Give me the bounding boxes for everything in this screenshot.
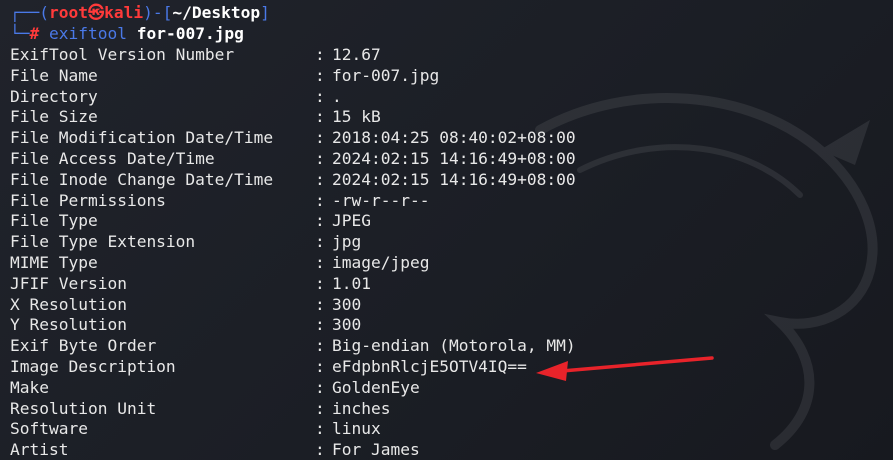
- exif-row: Resolution Unit: inches: [10, 398, 880, 419]
- prompt-close: ]: [260, 3, 270, 22]
- exif-value: .: [332, 86, 342, 106]
- exif-key: Resolution Unit: [10, 398, 157, 418]
- exif-row: JFIF Version:1.01: [10, 273, 880, 294]
- exif-key: Make: [10, 377, 49, 397]
- exif-row: Artist: For James: [10, 439, 880, 460]
- prompt-host: kali: [104, 3, 144, 22]
- exif-row: Image Description: eFdpbnRlcjE5OTV4IQ==: [10, 356, 880, 377]
- exif-separator: :: [315, 86, 325, 106]
- exif-value: For James: [332, 440, 420, 460]
- exif-separator: :: [315, 440, 325, 460]
- exif-row: X Resolution:300: [10, 294, 880, 315]
- exif-key: File Permissions: [10, 190, 166, 210]
- exif-value: eFdpbnRlcjE5OTV4IQ==: [332, 357, 527, 376]
- exif-value: image/jpeg: [332, 253, 430, 272]
- exif-key: File Type: [10, 211, 98, 231]
- exif-key: File Size: [10, 107, 98, 127]
- exif-separator: :: [315, 169, 325, 189]
- exif-separator: :: [315, 419, 325, 439]
- exif-value: 2024:02:15 14:16:49+08:00: [332, 149, 576, 168]
- exif-row: File Access Date/Time:2024:02:15 14:16:4…: [10, 148, 880, 169]
- exif-separator: :: [315, 315, 325, 335]
- exif-value: 15 kB: [332, 107, 381, 127]
- exif-separator: :: [315, 273, 325, 293]
- exif-separator: :: [315, 232, 325, 252]
- exif-row: File Type Extension: jpg: [10, 231, 880, 252]
- exif-row: File Modification Date/Time:2018:04:25 0…: [10, 127, 880, 148]
- exif-row: ExifTool Version Number:12.67: [10, 44, 880, 65]
- exif-row: Directory:.: [10, 86, 880, 107]
- exif-row: Y Resolution:300: [10, 314, 880, 335]
- exif-key: Image Description: [10, 357, 176, 376]
- exif-value: 2024:02:15 14:16:49+08:00: [332, 169, 576, 189]
- exif-separator: :: [315, 398, 325, 418]
- command-line[interactable]: └─# exiftool for-007.jpg: [10, 23, 244, 44]
- command-argument: for-007.jpg: [136, 24, 244, 43]
- exif-separator: :: [315, 190, 325, 210]
- exif-row: File Size:15 kB: [10, 106, 880, 127]
- exif-row: File Name: for-007.jpg: [10, 65, 880, 86]
- exif-row: File Inode Change Date/Time:2024:02:15 1…: [10, 169, 880, 190]
- exif-value: JPEG: [332, 211, 371, 231]
- prompt-at: ㉿: [87, 3, 105, 22]
- exif-row: Make: GoldenEye: [10, 377, 880, 398]
- exif-value: linux: [332, 419, 381, 439]
- exif-key: File Name: [10, 65, 98, 85]
- exif-separator: :: [315, 45, 325, 64]
- exif-separator: :: [315, 294, 325, 314]
- terminal-window[interactable]: ┌──(root㉿kali)-[~/Desktop] └─# exiftool …: [0, 0, 893, 460]
- exif-separator: :: [315, 253, 325, 272]
- prompt-header: ┌──(root㉿kali)-[~/Desktop]: [10, 2, 270, 23]
- exif-row: File Type: JPEG: [10, 210, 880, 231]
- exif-value: 300: [332, 294, 362, 314]
- exif-key: Directory: [10, 86, 98, 106]
- exif-separator: :: [315, 149, 325, 168]
- exif-key: X Resolution: [10, 294, 127, 314]
- exif-key: Artist: [10, 440, 69, 460]
- exif-key: Software: [10, 419, 88, 439]
- exif-value: inches: [332, 398, 391, 418]
- exif-value: for-007.jpg: [332, 65, 440, 85]
- exif-row: File Permissions: -rw-r--r--: [10, 190, 880, 211]
- exif-value: 12.67: [332, 45, 381, 64]
- exif-value: GoldenEye: [332, 377, 420, 397]
- exif-key: JFIF Version: [10, 273, 127, 293]
- command-name: exiftool: [49, 24, 127, 43]
- exif-separator: :: [315, 357, 325, 376]
- prompt-open: ┌──(: [10, 3, 49, 22]
- exif-value: 1.01: [332, 273, 371, 293]
- prompt-mid: )-[: [143, 3, 173, 22]
- exif-separator: :: [315, 336, 325, 356]
- exif-value: 300: [332, 315, 362, 335]
- exif-value: 2018:04:25 08:40:02+08:00: [332, 128, 576, 148]
- prompt-path: ~/Desktop: [172, 3, 261, 22]
- exif-key: ExifTool Version Number: [10, 45, 235, 64]
- exif-value: -rw-r--r--: [332, 190, 430, 210]
- prompt-corner: └─: [10, 24, 30, 43]
- exif-key: Y Resolution: [10, 315, 127, 335]
- exif-key: File Inode Change Date/Time: [10, 169, 274, 189]
- exif-separator: :: [315, 107, 325, 127]
- exif-separator: :: [315, 377, 325, 397]
- exif-key: File Type Extension: [10, 232, 196, 252]
- exif-separator: :: [315, 128, 325, 148]
- exif-value: jpg: [332, 232, 362, 252]
- exif-separator: :: [315, 65, 325, 85]
- exif-key: MIME Type: [10, 253, 98, 272]
- exif-row: Exif Byte Order: Big-endian (Motorola, MM…: [10, 335, 880, 356]
- exif-key: Exif Byte Order: [10, 336, 157, 356]
- exif-key: File Modification Date/Time: [10, 128, 274, 148]
- exif-row: MIME Type: image/jpeg: [10, 252, 880, 273]
- exif-key: File Access Date/Time: [10, 149, 215, 168]
- prompt-user: root: [48, 3, 88, 22]
- prompt-hash: #: [29, 24, 40, 43]
- red-arrow-icon: [536, 356, 714, 381]
- exif-separator: :: [315, 211, 325, 231]
- exif-row: Software: linux: [10, 418, 880, 439]
